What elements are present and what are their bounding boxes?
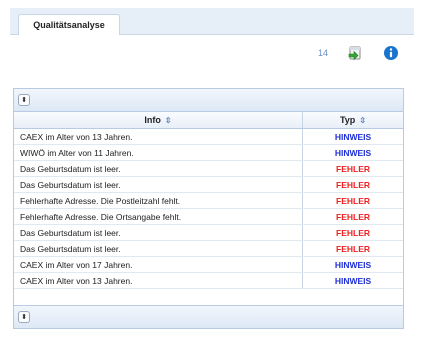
cell-info: WIWÖ im Alter von 11 Jahren. xyxy=(14,144,303,161)
cell-info: CAEX im Alter von 13 Jahren. xyxy=(14,272,303,289)
cell-typ: FEHLER xyxy=(302,240,403,257)
table-row[interactable]: Das Geburtsdatum ist leer. FEHLER xyxy=(14,240,403,257)
table-row[interactable]: Das Geburtsdatum ist leer. FEHLER xyxy=(14,160,403,177)
tab-label: Qualitätsanalyse xyxy=(33,20,105,30)
column-header-typ[interactable]: Typ ⇳ xyxy=(302,112,403,129)
column-header-label: Info xyxy=(144,115,161,125)
cell-typ: FEHLER xyxy=(302,208,403,225)
cell-info: CAEX im Alter von 17 Jahren. xyxy=(14,256,303,273)
quality-analysis-grid: ⬍ Info ⇳ Typ ⇳ CAEX im Alter von 13 Jahren… xyxy=(13,88,404,329)
info-icon[interactable] xyxy=(382,44,400,62)
toolbar: 14 xyxy=(318,42,400,64)
table-row[interactable]: CAEX im Alter von 13 Jahren. HINWEIS xyxy=(14,128,403,145)
cell-info: Das Geburtsdatum ist leer. xyxy=(14,224,303,241)
selector-arrows-icon: ⬍ xyxy=(21,313,27,321)
export-icon[interactable] xyxy=(346,44,364,62)
cell-info: Das Geburtsdatum ist leer. xyxy=(14,240,303,257)
table-row[interactable]: Fehlerhafte Adresse. Die Postleitzahl fe… xyxy=(14,192,403,209)
grid-header-bar: ⬍ xyxy=(14,89,403,112)
sort-icon: ⇳ xyxy=(164,116,172,125)
cell-info: Fehlerhafte Adresse. Die Postleitzahl fe… xyxy=(14,192,303,209)
table-row[interactable]: Fehlerhafte Adresse. Die Ortsangabe fehl… xyxy=(14,208,403,225)
cell-info: Das Geburtsdatum ist leer. xyxy=(14,176,303,193)
cell-typ: HINWEIS xyxy=(302,272,403,289)
table-row[interactable]: Das Geburtsdatum ist leer. FEHLER xyxy=(14,224,403,241)
tab-bar: Qualitätsanalyse xyxy=(10,8,414,35)
tab-qualitaetsanalyse[interactable]: Qualitätsanalyse xyxy=(18,14,120,35)
grid-footer-bar: ⬍ xyxy=(14,305,403,328)
cell-typ: HINWEIS xyxy=(302,144,403,161)
table-row[interactable]: CAEX im Alter von 13 Jahren. HINWEIS xyxy=(14,272,403,289)
cell-typ: FEHLER xyxy=(302,224,403,241)
sort-icon: ⇳ xyxy=(359,116,367,125)
table-row[interactable]: Das Geburtsdatum ist leer. FEHLER xyxy=(14,176,403,193)
column-selector-top[interactable]: ⬍ xyxy=(18,94,30,106)
cell-typ: HINWEIS xyxy=(302,128,403,145)
cell-typ: HINWEIS xyxy=(302,256,403,273)
column-selector-bottom[interactable]: ⬍ xyxy=(18,311,30,323)
cell-info: Fehlerhafte Adresse. Die Ortsangabe fehl… xyxy=(14,208,303,225)
table-row[interactable]: CAEX im Alter von 17 Jahren. HINWEIS xyxy=(14,256,403,273)
result-count: 14 xyxy=(317,48,328,58)
table-row[interactable]: WIWÖ im Alter von 11 Jahren. HINWEIS xyxy=(14,144,403,161)
cell-info: CAEX im Alter von 13 Jahren. xyxy=(14,128,303,145)
cell-info: Das Geburtsdatum ist leer. xyxy=(14,160,303,177)
cell-typ: FEHLER xyxy=(302,192,403,209)
cell-typ: FEHLER xyxy=(302,160,403,177)
results-table: Info ⇳ Typ ⇳ CAEX im Alter von 13 Jahren. … xyxy=(14,112,403,289)
column-header-label: Typ xyxy=(339,115,356,125)
cell-typ: FEHLER xyxy=(302,176,403,193)
column-header-info[interactable]: Info ⇳ xyxy=(14,112,303,129)
selector-arrows-icon: ⬍ xyxy=(21,96,27,104)
